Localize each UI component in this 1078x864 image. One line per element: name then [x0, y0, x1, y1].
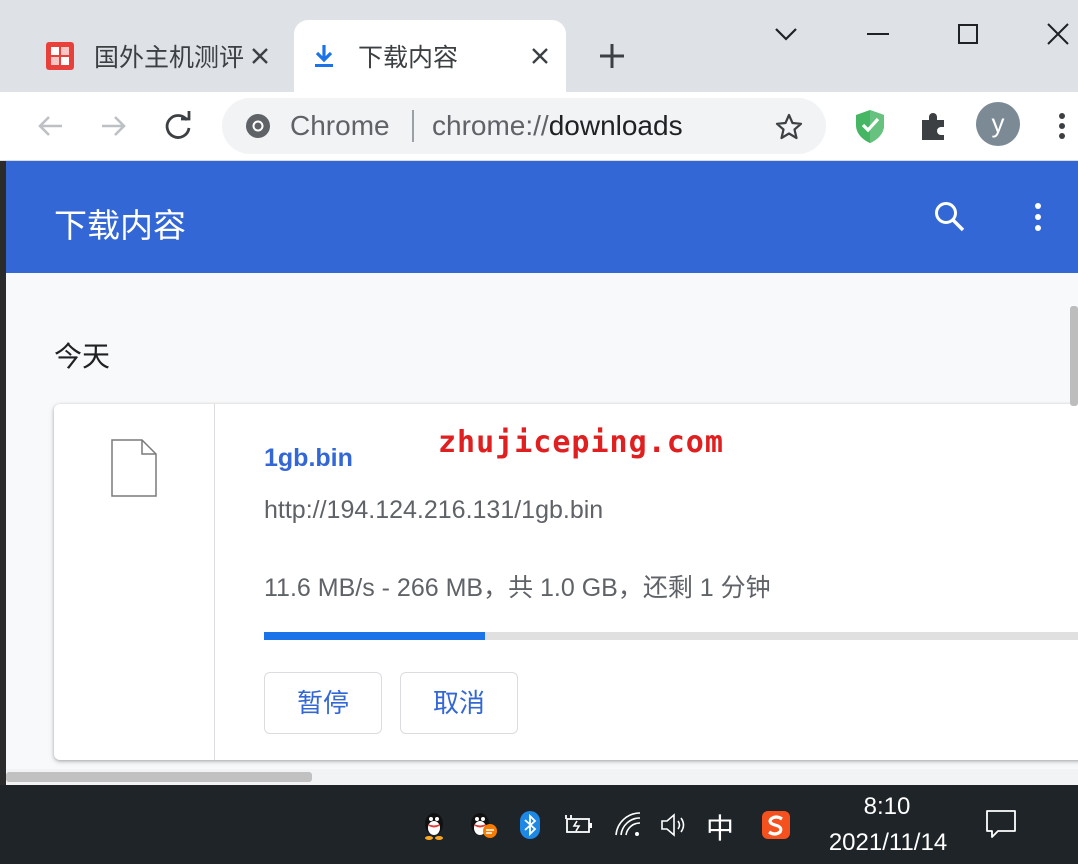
qq-message-icon[interactable] — [466, 809, 498, 841]
download-file-name-link[interactable]: 1gb.bin — [264, 444, 353, 473]
bluetooth-icon[interactable] — [514, 809, 546, 841]
forward-arrow-icon[interactable] — [96, 108, 132, 144]
input-method-indicator[interactable]: 中 — [706, 807, 734, 847]
adguard-shield-icon[interactable] — [850, 106, 890, 146]
downloads-list: 今天 1gb.bin http://194.124.216.131/1gb.bi… — [6, 273, 1078, 785]
search-icon[interactable] — [932, 199, 968, 235]
download-source-url: http://194.124.216.131/1gb.bin — [264, 496, 604, 524]
pause-button[interactable]: 暂停 — [264, 672, 382, 734]
tab-downloads[interactable]: 下载内容 — [294, 20, 566, 92]
date-section-title: 今天 — [54, 341, 111, 372]
download-icon — [315, 45, 333, 67]
tab-title: 下载内容 — [358, 44, 459, 72]
chrome-logo-icon — [246, 114, 270, 138]
file-icon — [111, 439, 157, 497]
page-title: 下载内容 — [54, 207, 186, 244]
omnibox-separator — [412, 110, 414, 142]
tab-zhujiceping[interactable]: 国外主机测评 — [30, 20, 286, 92]
wifi-icon[interactable] — [612, 809, 644, 841]
clock-date[interactable]: 2021/11/14 — [818, 829, 958, 857]
tab-title: 国外主机测评 — [94, 44, 245, 72]
clock-time[interactable]: 8:10 — [852, 793, 922, 821]
address-bar[interactable]: Chrome chrome://downloads — [222, 98, 826, 154]
tab-search-chevron-icon[interactable] — [766, 14, 806, 54]
bookmark-star-icon[interactable] — [774, 112, 804, 142]
chrome-menu-kebab-icon[interactable] — [1044, 106, 1078, 146]
horizontal-scrollbar-thumb[interactable] — [6, 772, 312, 782]
new-tab-plus-icon[interactable] — [596, 40, 628, 72]
more-actions-kebab-icon[interactable] — [1026, 199, 1050, 235]
profile-avatar[interactable]: y — [976, 102, 1020, 146]
maximize-icon[interactable] — [948, 14, 988, 54]
url-host: downloads — [548, 110, 683, 141]
site-favicon-icon — [46, 42, 74, 70]
taskbar: 中 8:10 2021/11/14 — [0, 785, 1078, 864]
minimize-icon[interactable] — [858, 14, 898, 54]
notification-center-icon[interactable] — [984, 807, 1018, 841]
back-arrow-icon[interactable] — [32, 108, 68, 144]
url-text: chrome://downloads — [432, 110, 683, 142]
volume-icon[interactable] — [658, 809, 690, 841]
extensions-puzzle-icon[interactable] — [914, 106, 954, 146]
download-progress-text: 11.6 MB/s - 266 MB，共 1.0 GB，还剩 1 分钟 — [264, 574, 771, 602]
card-divider — [214, 404, 215, 760]
horizontal-scrollbar[interactable] — [6, 769, 1078, 785]
downloads-header: 下载内容 — [6, 161, 1078, 273]
battery-charging-icon[interactable] — [562, 809, 594, 841]
watermark-text: zhujiceping.com — [438, 425, 724, 460]
sogou-input-icon[interactable] — [760, 809, 792, 841]
close-window-icon[interactable] — [1038, 14, 1078, 54]
qq-penguin-icon[interactable] — [418, 809, 450, 841]
download-progress-bar — [264, 632, 1078, 640]
reload-icon[interactable] — [160, 108, 196, 144]
browser-toolbar: Chrome chrome://downloads y — [0, 92, 1078, 161]
close-tab-icon[interactable] — [528, 44, 552, 68]
vertical-scrollbar-thumb[interactable] — [1070, 306, 1078, 406]
download-progress-fill — [264, 632, 485, 640]
cancel-button[interactable]: 取消 — [400, 672, 518, 734]
page-origin-label: Chrome — [290, 110, 390, 141]
url-scheme: chrome:// — [432, 110, 549, 141]
close-tab-icon[interactable] — [248, 44, 272, 68]
tab-strip: 国外主机测评 下载内容 — [0, 0, 1078, 92]
